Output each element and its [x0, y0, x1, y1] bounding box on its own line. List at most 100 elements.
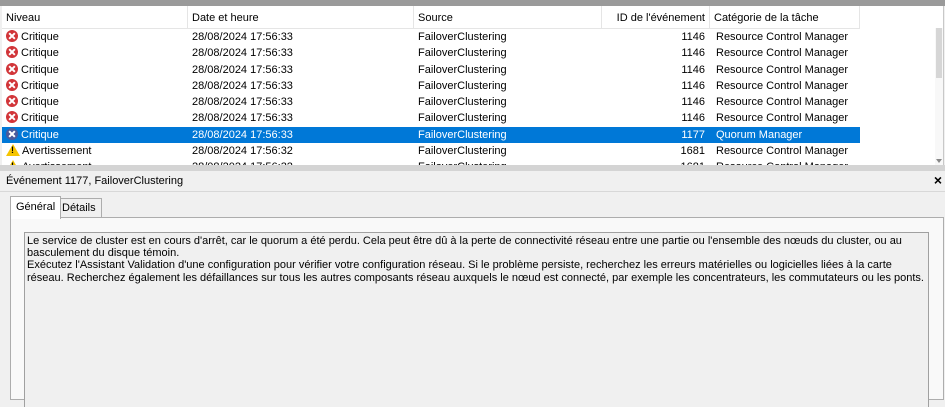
- event-id-cell-text: 1681: [680, 145, 705, 158]
- category-cell-text: Resource Control Manager: [716, 63, 849, 76]
- date-cell-text: 28/08/2024 17:56:33: [192, 31, 293, 43]
- event-row[interactable]: Avertissement 28/08/2024 17:56:32 Failover…: [2, 143, 860, 159]
- critical-error-icon: [6, 46, 18, 59]
- date-cell-text: 28/08/2024 17:56:33: [192, 79, 293, 92]
- event-id-cell: 1146: [602, 45, 705, 61]
- source-cell: FailoverClustering: [418, 143, 598, 159]
- event-list[interactable]: Niveau Date et heure Source ID de l'évén…: [2, 6, 944, 165]
- description-paragraph: Le service de cluster est en cours d'arr…: [27, 235, 902, 260]
- event-description[interactable]: Le service de cluster est en cours d'arr…: [24, 232, 929, 407]
- source-cell-text: FailoverClustering: [418, 128, 507, 141]
- level-cell-text: Critique: [21, 79, 59, 92]
- category-cell-text: Resource Control Manager: [716, 96, 849, 109]
- category-cell: Resource Control Manager: [716, 143, 860, 159]
- event-row[interactable]: Critique 28/08/2024 17:56:33 FailoverClust…: [2, 126, 860, 144]
- date-cell-text: 28/08/2024 17:56:33: [192, 112, 293, 125]
- category-cell-text: Resource Control Manager: [716, 79, 849, 92]
- level-cell-text: Critique: [21, 128, 59, 141]
- level-cell: Critique: [6, 45, 182, 61]
- level-cell: Critique: [6, 78, 182, 94]
- date-cell: 28/08/2024 17:56:33: [192, 127, 412, 143]
- level-cell-text: Critique: [21, 31, 59, 43]
- date-cell-text: 28/08/2024 17:56:33: [192, 47, 293, 60]
- date-cell: 28/08/2024 17:56:33: [192, 45, 412, 61]
- general-tab-panel: Le service de cluster est en cours d'arr…: [10, 217, 944, 407]
- level-cell-text: Critique: [21, 63, 59, 76]
- source-cell-text: FailoverClustering: [418, 63, 507, 76]
- source-cell-text: FailoverClustering: [418, 47, 507, 60]
- column-header-level[interactable]: Niveau: [2, 6, 188, 28]
- critical-error-icon: [6, 30, 18, 42]
- level-cell-text: Avertissement: [22, 145, 92, 158]
- list-vertical-scrollbar[interactable]: [935, 28, 943, 165]
- date-cell-text: 28/08/2024 17:56:33: [192, 128, 293, 141]
- category-cell: Resource Control Manager: [716, 110, 860, 126]
- column-header-date[interactable]: Date et heure: [188, 6, 414, 28]
- event-id-cell-text: 1146: [681, 79, 705, 92]
- description-paragraph: Exécutez l'Assistant Validation d'une co…: [27, 259, 924, 284]
- date-cell: 28/08/2024 17:56:33: [192, 29, 412, 45]
- critical-error-icon: [6, 127, 18, 140]
- details-title: Événement 1177, FailoverClustering: [6, 175, 184, 187]
- source-cell: FailoverClustering: [418, 62, 598, 78]
- category-cell-text: Resource Control Manager: [716, 112, 849, 125]
- event-id-cell: 1146: [602, 94, 705, 110]
- event-row[interactable]: Critique 28/08/2024 17:56:33 FailoverClust…: [2, 94, 860, 110]
- date-cell-text: 28/08/2024 17:56:33: [192, 63, 293, 76]
- source-cell-text: FailoverClustering: [418, 112, 507, 125]
- event-id-cell-text: 1146: [681, 47, 705, 60]
- category-cell-text: Quorum Manager: [716, 128, 803, 141]
- tab-details[interactable]: Détails: [56, 198, 102, 218]
- category-cell: Resource Control Manager: [716, 94, 860, 110]
- column-header-category[interactable]: Catégorie de la tâche: [710, 6, 860, 28]
- scrollbar-thumb[interactable]: [936, 28, 942, 78]
- event-id-cell-text: 1146: [681, 31, 705, 43]
- event-id-cell-text: 1177: [681, 128, 705, 141]
- event-id-cell: 1146: [602, 62, 705, 78]
- source-cell-text: FailoverClustering: [418, 96, 507, 109]
- event-row[interactable]: Critique 28/08/2024 17:56:33 FailoverClust…: [2, 62, 860, 78]
- category-cell: Quorum Manager: [716, 127, 860, 143]
- level-cell: Critique: [6, 62, 182, 78]
- event-id-cell-text: 1146: [681, 112, 705, 125]
- source-cell-text: FailoverClustering: [418, 145, 507, 158]
- event-row[interactable]: Critique 28/08/2024 17:56:33 FailoverClust…: [2, 45, 860, 61]
- scroll-down-arrow-icon[interactable]: [936, 159, 942, 163]
- event-row[interactable]: Critique 28/08/2024 17:56:33 FailoverClust…: [2, 29, 860, 45]
- source-cell: FailoverClustering: [418, 127, 598, 143]
- critical-error-icon: [6, 78, 18, 91]
- source-cell: FailoverClustering: [418, 78, 598, 94]
- event-id-cell: 1681: [602, 143, 705, 159]
- level-cell-text: Critique: [21, 112, 59, 125]
- date-cell: 28/08/2024 17:56:33: [192, 62, 412, 78]
- level-cell-text: Critique: [21, 47, 59, 60]
- event-id-cell-text: 1146: [681, 63, 705, 76]
- source-cell-text: FailoverClustering: [418, 31, 507, 43]
- event-id-cell: 1146: [602, 78, 705, 94]
- level-cell-text: Critique: [21, 96, 59, 109]
- critical-error-icon: [6, 95, 18, 108]
- date-cell: 28/08/2024 17:56:33: [192, 94, 412, 110]
- critical-error-icon: [6, 111, 18, 124]
- category-cell-text: Resource Control Manager: [716, 47, 849, 60]
- column-header-event-id[interactable]: ID de l'événement: [602, 6, 710, 28]
- close-details-icon[interactable]: ×: [934, 172, 942, 188]
- category-cell-text: Resource Control Manager: [716, 145, 849, 158]
- critical-error-icon: [6, 62, 18, 75]
- category-cell-text: Resource Control Manager: [716, 31, 849, 43]
- level-cell: Critique: [6, 94, 182, 110]
- column-header-row: Niveau Date et heure Source ID de l'évén…: [2, 6, 860, 29]
- category-cell: Resource Control Manager: [716, 45, 860, 61]
- event-rows: Critique 28/08/2024 17:56:33 FailoverClust…: [2, 29, 860, 165]
- date-cell: 28/08/2024 17:56:33: [192, 78, 412, 94]
- event-row[interactable]: Critique 28/08/2024 17:56:33 FailoverClust…: [2, 110, 860, 126]
- column-header-source[interactable]: Source: [414, 6, 602, 28]
- event-row[interactable]: Critique 28/08/2024 17:56:33 FailoverClust…: [2, 78, 860, 94]
- category-cell: Resource Control Manager: [716, 29, 860, 45]
- tab-general[interactable]: Général: [10, 196, 62, 219]
- date-cell-text: 28/08/2024 17:56:32: [192, 145, 293, 158]
- source-cell: FailoverClustering: [418, 29, 598, 45]
- date-cell: 28/08/2024 17:56:33: [192, 110, 412, 126]
- source-cell: FailoverClustering: [418, 94, 598, 110]
- level-cell: Avertissement: [6, 143, 182, 159]
